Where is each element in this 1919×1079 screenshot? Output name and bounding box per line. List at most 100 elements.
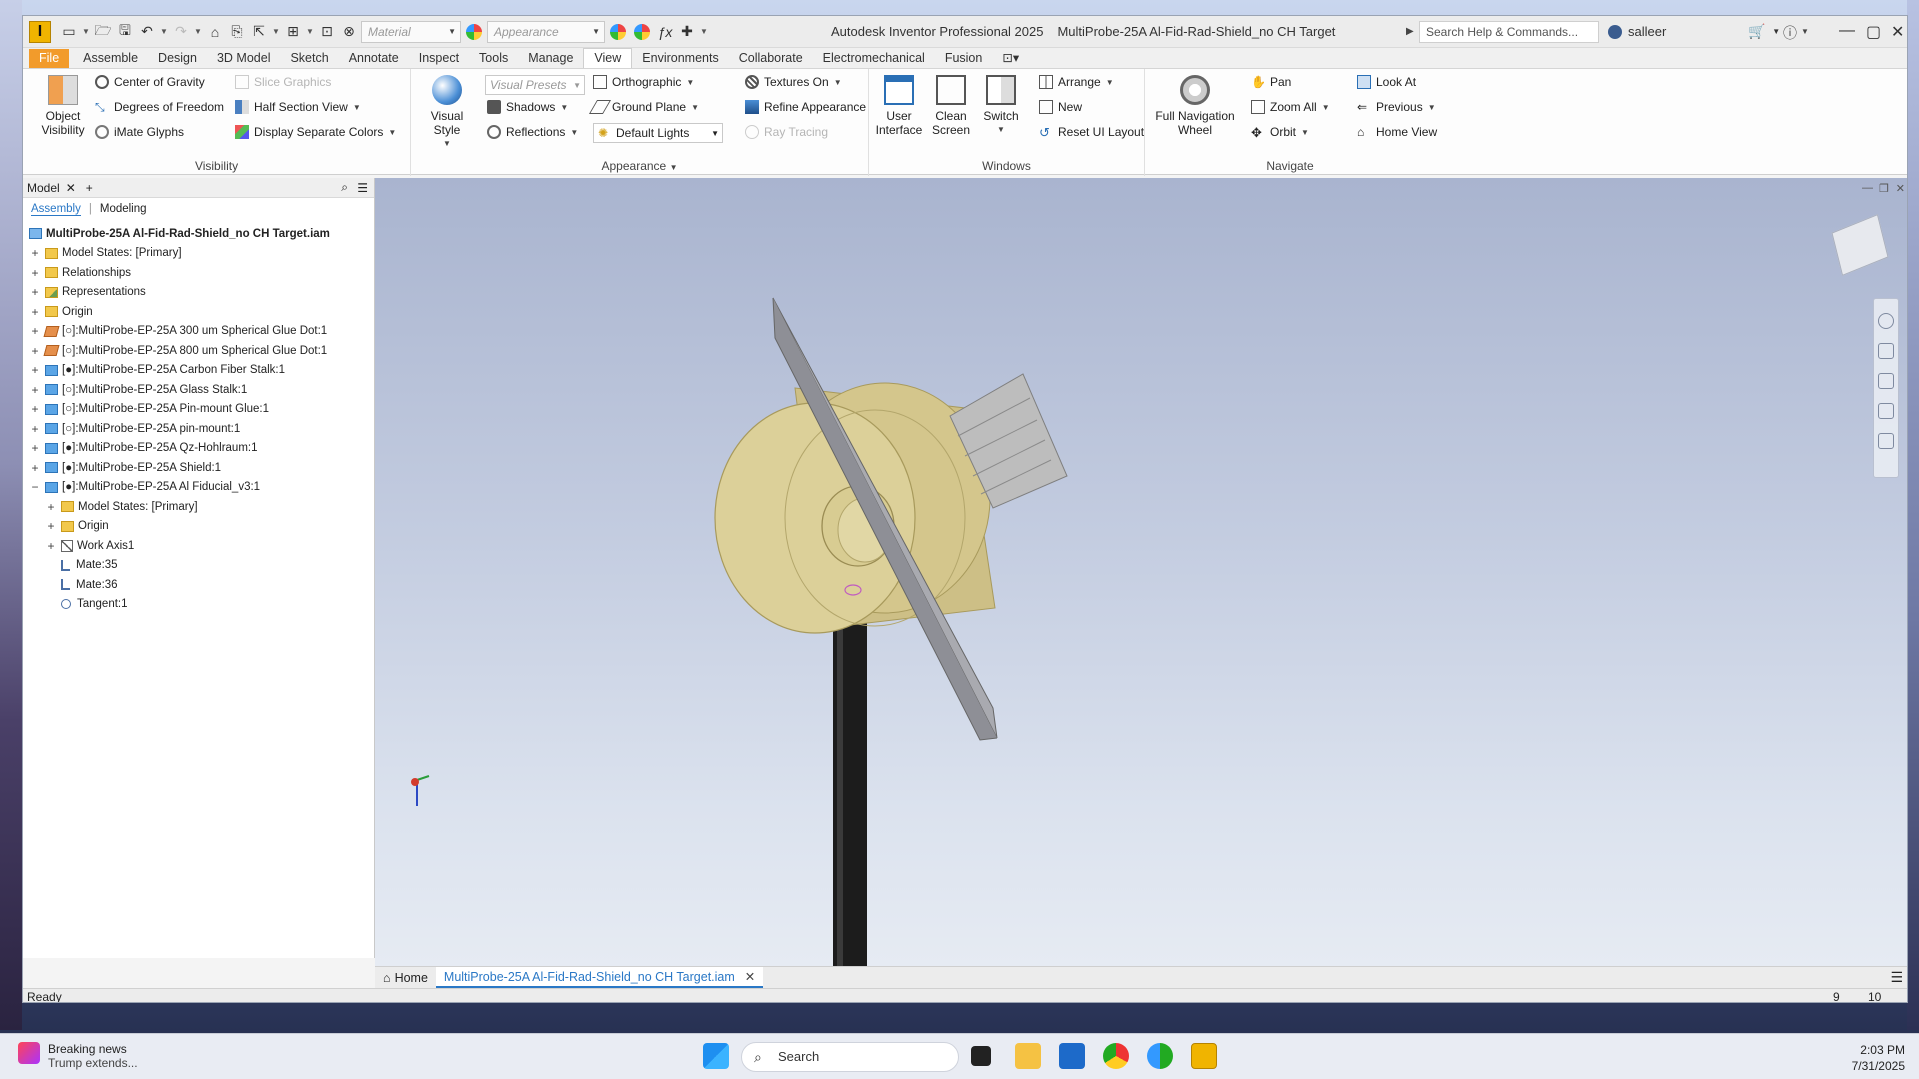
fx-parameters-icon[interactable]: ƒx bbox=[655, 21, 675, 43]
previous-view-button[interactable]: ⇐ Previous ▼ bbox=[1357, 100, 1436, 114]
expand-icon[interactable]: + bbox=[45, 539, 57, 553]
tab-collaborate[interactable]: Collaborate bbox=[729, 49, 813, 68]
tab-electromechanical[interactable]: Electromechanical bbox=[813, 49, 935, 68]
new-dropdown-icon[interactable]: ▼ bbox=[81, 27, 91, 36]
inventor-taskbar-icon[interactable] bbox=[1191, 1043, 1217, 1069]
subtab-assembly[interactable]: Assembly bbox=[31, 203, 81, 216]
tree-node[interactable]: − [●]:MultiProbe-EP-25A Al Fiducial_v3:1 bbox=[23, 478, 374, 498]
tab-environments[interactable]: Environments bbox=[632, 49, 728, 68]
close-doc-tab-icon[interactable]: ✕ bbox=[745, 969, 755, 984]
expand-icon[interactable]: + bbox=[29, 246, 41, 260]
full-navigation-wheel-button[interactable]: Full Navigation Wheel bbox=[1149, 75, 1241, 137]
tree-child-node[interactable]: Mate:36 bbox=[23, 575, 374, 595]
tab-manage[interactable]: Manage bbox=[518, 49, 583, 68]
expand-icon[interactable]: + bbox=[29, 461, 41, 475]
doc-tab-home[interactable]: ⌂ Home bbox=[375, 969, 436, 987]
tree-node[interactable]: + [●]:MultiProbe-EP-25A Qz-Hohlraum:1 bbox=[23, 439, 374, 459]
browser-menu-icon[interactable]: ☰ bbox=[357, 181, 368, 195]
news-widget[interactable]: Breaking news Trump extends... bbox=[18, 1042, 138, 1070]
inventor-logo-icon[interactable]: I bbox=[29, 20, 51, 43]
graphics-viewport[interactable]: — ❐ ✕ bbox=[375, 178, 1907, 966]
tree-node[interactable]: + [○]:MultiProbe-EP-25A Pin-mount Glue:1 bbox=[23, 400, 374, 420]
customize-qat-icon[interactable]: ▼ bbox=[699, 27, 709, 36]
tab-assemble[interactable]: Assemble bbox=[73, 49, 148, 68]
tree-node[interactable]: + [○]:MultiProbe-EP-25A pin-mount:1 bbox=[23, 419, 374, 439]
tree-node[interactable]: + [○]:MultiProbe-EP-25A 300 um Spherical … bbox=[23, 322, 374, 342]
material-select[interactable]: Material ▼ bbox=[361, 20, 461, 43]
pan-button[interactable]: ✋ Pan bbox=[1251, 75, 1291, 89]
expand-icon[interactable]: + bbox=[29, 285, 41, 299]
refine-appearance-button[interactable]: Refine Appearance bbox=[745, 100, 866, 114]
switch-window-button[interactable]: Switch ▼ bbox=[977, 75, 1025, 137]
select-dropdown-icon[interactable]: ▼ bbox=[271, 27, 281, 36]
tree-node[interactable]: + [●]:MultiProbe-EP-25A Shield:1 bbox=[23, 458, 374, 478]
search-help-input[interactable]: Search Help & Commands... bbox=[1419, 21, 1599, 43]
clear-override-icon[interactable] bbox=[634, 23, 650, 40]
tree-node[interactable]: + [●]:MultiProbe-EP-25A Carbon Fiber Stal… bbox=[23, 361, 374, 381]
imate-glyphs-button[interactable]: iMate Glyphs bbox=[95, 125, 184, 139]
add-qat-icon[interactable]: ✚ bbox=[677, 21, 697, 43]
tab-design[interactable]: Design bbox=[148, 49, 207, 68]
default-lights-select[interactable]: ✺ Default Lights ▼ bbox=[593, 123, 723, 143]
collapse-icon[interactable]: − bbox=[29, 480, 41, 494]
user-interface-button[interactable]: User Interface bbox=[873, 75, 925, 137]
slice-graphics-button[interactable]: Slice Graphics bbox=[235, 75, 331, 89]
redo-icon[interactable]: ↷ bbox=[171, 21, 191, 43]
open-icon[interactable]: 🗁 bbox=[93, 21, 113, 43]
redo-dropdown-icon[interactable]: ▼ bbox=[193, 27, 203, 36]
add-browser-tab-icon[interactable]: + bbox=[86, 181, 93, 195]
display-separate-colors-button[interactable]: Display Separate Colors ▼ bbox=[235, 125, 396, 139]
expand-icon[interactable]: + bbox=[29, 344, 41, 358]
tab-file[interactable]: File bbox=[29, 49, 70, 68]
object-visibility-button[interactable]: Object Visibility bbox=[33, 75, 93, 137]
start-windows-icon[interactable] bbox=[703, 1043, 729, 1069]
close-icon[interactable]: ✕ bbox=[1891, 22, 1904, 42]
visual-style-button[interactable]: Visual Style ▼ bbox=[417, 75, 477, 151]
orbit-button[interactable]: ✥ Orbit ▼ bbox=[1251, 125, 1309, 140]
clean-screen-button[interactable]: Clean Screen bbox=[927, 75, 975, 137]
orthographic-button[interactable]: Orthographic ▼ bbox=[593, 75, 694, 89]
tree-node[interactable]: + [○]:MultiProbe-EP-25A Glass Stalk:1 bbox=[23, 380, 374, 400]
ribbon-options-icon[interactable]: ⊡▾ bbox=[992, 48, 1029, 68]
undo-icon[interactable]: ↶ bbox=[137, 21, 157, 43]
zoom-all-button[interactable]: Zoom All ▼ bbox=[1251, 100, 1330, 114]
expand-icon[interactable]: + bbox=[29, 422, 41, 436]
tab-sketch[interactable]: Sketch bbox=[280, 49, 338, 68]
arrange-button[interactable]: Arrange ▼ bbox=[1039, 75, 1114, 89]
tree-node[interactable]: + Origin bbox=[23, 302, 374, 322]
tab-fusion[interactable]: Fusion bbox=[935, 49, 993, 68]
measure-icon[interactable]: ⊞ bbox=[283, 21, 303, 43]
new-file-icon[interactable]: ▭ bbox=[59, 21, 79, 43]
update-icon[interactable]: ⎘ bbox=[227, 21, 247, 43]
expand-icon[interactable]: + bbox=[29, 383, 41, 397]
tree-child-node[interactable]: + Origin bbox=[23, 517, 374, 537]
tab-view[interactable]: View bbox=[583, 48, 633, 68]
measure-dropdown-icon[interactable]: ▼ bbox=[305, 27, 315, 36]
shadows-button[interactable]: Shadows ▼ bbox=[487, 100, 568, 114]
center-of-gravity-button[interactable]: Center of Gravity bbox=[95, 75, 205, 89]
doc-tab-active[interactable]: MultiProbe-25A Al-Fid-Rad-Shield_no CH T… bbox=[435, 967, 764, 988]
save-icon[interactable]: 🖫 bbox=[115, 21, 135, 43]
new-window-button[interactable]: New bbox=[1039, 100, 1082, 114]
clear-appearance-icon[interactable]: ⊗ bbox=[339, 21, 359, 43]
expand-icon[interactable]: + bbox=[29, 402, 41, 416]
tree-node[interactable]: + Relationships bbox=[23, 263, 374, 283]
expand-icon[interactable]: + bbox=[45, 500, 57, 514]
appearance-select[interactable]: Appearance ▼ bbox=[487, 20, 605, 43]
expand-icon[interactable]: + bbox=[29, 266, 41, 280]
tab-tools[interactable]: Tools bbox=[469, 49, 518, 68]
minimize-icon[interactable]: — bbox=[1839, 22, 1855, 40]
doc-tabs-menu-icon[interactable]: ☰ bbox=[1890, 969, 1903, 986]
maximize-icon[interactable]: ▢ bbox=[1866, 22, 1881, 42]
textures-on-button[interactable]: Textures On ▼ bbox=[745, 75, 842, 89]
tree-child-node[interactable]: Mate:35 bbox=[23, 556, 374, 576]
expand-icon[interactable]: + bbox=[45, 519, 57, 533]
tree-node[interactable]: + Model States: [Primary] bbox=[23, 244, 374, 264]
help-icon[interactable]: ⓘ bbox=[1783, 23, 1797, 43]
task-view-icon[interactable] bbox=[971, 1046, 991, 1066]
home-view-button[interactable]: ⌂ Home View bbox=[1357, 125, 1437, 139]
reset-ui-layout-button[interactable]: ↺ Reset UI Layout bbox=[1039, 125, 1144, 140]
system-clock[interactable]: 2:03 PM 7/31/2025 bbox=[1852, 1042, 1905, 1074]
measure-tool-icon[interactable]: ⊡ bbox=[317, 21, 337, 43]
expand-search-icon[interactable]: ▶ bbox=[1406, 26, 1414, 37]
